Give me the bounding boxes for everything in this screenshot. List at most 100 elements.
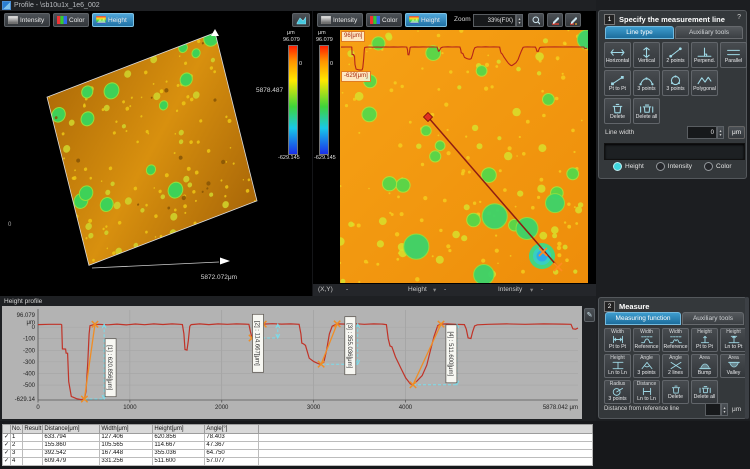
status-height-dropdown-icon[interactable]: ▾ (433, 286, 436, 294)
table-header-row: No.ResultDistance[μm]Width[μm]Height[μm]… (3, 425, 593, 434)
table-header-cell: Width[μm] (100, 425, 153, 434)
vertical-button[interactable]: Vertical (633, 42, 660, 68)
height-profile-chart[interactable]: 010002000300040005878.042 μm0-100-200-30… (0, 306, 591, 421)
table-header-cell: Height[μm] (153, 425, 205, 434)
2-lines-button[interactable]: Angle2 lines (662, 354, 689, 378)
3-points-button[interactable]: Angle3 points (633, 354, 660, 378)
pt-to-pt-button[interactable]: HeightPt to Pt (691, 328, 718, 352)
height-map-2d[interactable] (340, 30, 588, 283)
delete-all-button[interactable]: Delete all (633, 98, 660, 124)
draw-profile-line-button[interactable] (547, 13, 563, 27)
tab-auxiliary-tools-1[interactable]: Auxiliary tools (675, 26, 743, 39)
tab-auxiliary-tools-2[interactable]: Auxiliary tools (682, 312, 744, 325)
height-map-3d[interactable]: 5872.072μm 5878.487 0 (0, 28, 312, 294)
button-label: Ln to Ln (637, 396, 656, 402)
2-points-button[interactable]: 2 points (662, 42, 689, 68)
edit-profile-line-button[interactable] (565, 13, 581, 27)
table-cell: 3 (11, 450, 23, 458)
table-header-cell (3, 425, 11, 434)
view-3d-toggle-button[interactable] (292, 13, 310, 27)
horizontal-button[interactable]: Horizontal (604, 42, 631, 68)
radio-height[interactable]: Height (613, 162, 644, 171)
row-checkbox[interactable]: ✓ (3, 442, 11, 450)
row-checkbox[interactable]: ✓ (3, 458, 11, 466)
parallel-button[interactable]: Parallel (720, 42, 747, 68)
button-label: Delete (610, 114, 625, 120)
center-colorbar-min: -629.145 (314, 155, 336, 161)
polygonal-button[interactable]: Polygonal (691, 70, 718, 96)
distance-input[interactable] (705, 403, 721, 416)
center-height-button[interactable]: Height (405, 13, 447, 27)
button-label: 2 lines (668, 370, 683, 376)
delete-button[interactable]: Delete (604, 98, 631, 124)
status-height-value: - (444, 286, 446, 293)
zoom-value-box[interactable]: 33%(FIX) (473, 14, 516, 27)
table-row[interactable]: ✓3392.542167.448355.03664.750 (3, 450, 593, 458)
height-lnpt-icon (727, 335, 741, 344)
perpend--button[interactable]: Perpend. (691, 42, 718, 68)
line-width-unit-dropdown[interactable]: μm (728, 126, 745, 139)
bump-button[interactable]: AreaBump (691, 354, 718, 378)
tab-measuring-function[interactable]: Measuring function (605, 312, 681, 325)
button-label: Polygonal (693, 86, 716, 92)
table-cell: 331.256 (100, 458, 153, 466)
valley-button[interactable]: AreaValley (720, 354, 747, 378)
radius-icon (611, 387, 625, 396)
3-points-button[interactable]: 3 points (633, 70, 660, 96)
left-colorbar-max: 96.079 (283, 37, 300, 43)
table-cell: 105.565 (100, 442, 153, 450)
radio-color[interactable]: Color (704, 162, 732, 171)
polygonal-icon (697, 75, 712, 86)
trash-icon (669, 385, 683, 394)
zoom-spinner[interactable]: ▴▾ (516, 14, 523, 27)
magnifier-button[interactable] (528, 13, 544, 27)
coordinate-status-bar: (X,Y) - Height ▾ - Intensity ▾ - (313, 283, 596, 297)
left-height-button[interactable]: Height (92, 13, 134, 27)
tab-line-type[interactable]: Line type (605, 26, 674, 39)
ln-to-pt-button[interactable]: HeightLn to Pt (720, 328, 747, 352)
overlay-min-label: -629[μm] (341, 71, 371, 82)
ln-to-ln-button[interactable]: HeightLn to Ln (604, 354, 631, 378)
table-cell (23, 450, 43, 458)
svg-text:-629.14: -629.14 (15, 397, 36, 403)
distance-spinner[interactable]: ▴▾ (721, 403, 728, 416)
line-width-input[interactable]: 0 (687, 126, 717, 139)
radio-label: Color (716, 163, 732, 170)
table-row[interactable]: ✓1633.794127.406620.85678.403 (3, 434, 593, 442)
status-xy-value: - (346, 286, 348, 293)
measurement-label-3: [3] : 355.036[μm] (345, 317, 356, 375)
radio-dot (613, 162, 622, 171)
pt-to-pt-button[interactable]: Pt to Pt (604, 70, 631, 96)
delete-all-button[interactable]: Delete all (691, 380, 718, 404)
3-points-button[interactable]: Radius3 points (604, 380, 631, 404)
svg-text:[2] : 114.667[μm]: [2] : 114.667[μm] (254, 321, 260, 366)
pt-to-pt-button[interactable]: WidthPt to Pt (604, 328, 631, 352)
reference-button[interactable]: WidthReference (662, 328, 689, 352)
panel-scrollbar[interactable] (745, 297, 749, 419)
button-label: Pt to Pt (696, 344, 713, 350)
table-cell: 355.036 (153, 450, 205, 458)
row-checkbox[interactable]: ✓ (3, 450, 11, 458)
left-color-button[interactable]: Color (53, 13, 89, 27)
panel1-help-button[interactable]: ? (737, 14, 741, 21)
status-intensity-dropdown-icon[interactable]: ▾ (530, 286, 533, 294)
3-points-button[interactable]: 3 points (662, 70, 689, 96)
delete-button[interactable]: Delete (662, 380, 689, 404)
ln-to-ln-button[interactable]: DistanceLn to Ln (633, 380, 660, 404)
profile-type-radios: Height Intensity Color (613, 162, 732, 171)
button-label: Horizontal (606, 58, 629, 64)
table-cell: 511.600 (153, 458, 205, 466)
panel2-number: 2 (604, 301, 615, 312)
center-color-button[interactable]: Color (366, 13, 402, 27)
line-width-spinner[interactable]: ▴▾ (717, 126, 724, 139)
center-intensity-button[interactable]: Intensity (317, 13, 363, 27)
radio-intensity[interactable]: Intensity (656, 162, 692, 171)
table-row[interactable]: ✓4609.479331.256511.60057.077 (3, 458, 593, 466)
chart-edit-button[interactable]: ✎ (584, 308, 595, 322)
line-list-box[interactable] (604, 143, 745, 160)
axis-y-length-label: 5878.487 (256, 87, 283, 94)
row-checkbox[interactable]: ✓ (3, 434, 11, 442)
left-intensity-button[interactable]: Intensity (4, 13, 50, 27)
table-row[interactable]: ✓2155.860105.565114.66747.367 (3, 442, 593, 450)
reference-button[interactable]: WidthReference (633, 328, 660, 352)
